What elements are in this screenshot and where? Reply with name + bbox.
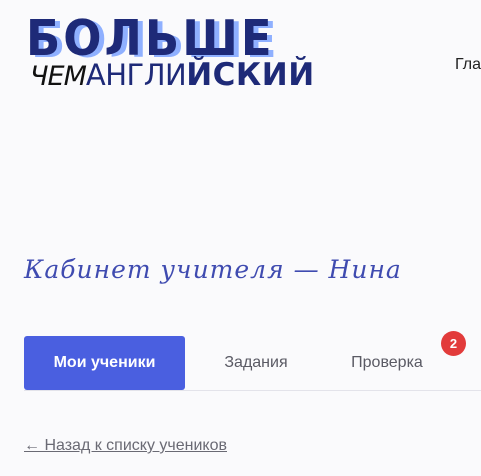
logo-line-1: БОЛЬШЕ [26,9,275,67]
logo-part-angli: АНГЛИ [85,58,187,92]
logo-part-chem: ЧЕМ [30,61,87,92]
tab-bar: Мои ученики Задания Проверка [24,336,481,391]
logo-part-isky: ЙСКИЙ [186,57,315,93]
logo-line-2: ЧЕМАНГЛИЙСКИЙ [30,60,315,91]
site-header: БОЛЬШЕ ЧЕМАНГЛИЙСКИЙ Гла [0,0,481,115]
nav-item-main[interactable]: Гла [455,56,481,74]
back-to-students-link[interactable]: ← Назад к списку учеников [24,437,227,455]
tab-tasks[interactable]: Задания [204,336,308,390]
page-title: Кабинет учителя — Нина [24,255,402,284]
tab-review[interactable]: Проверка [334,336,440,390]
tab-my-students[interactable]: Мои ученики [24,336,185,390]
review-count-badge: 2 [441,331,466,356]
site-logo[interactable]: БОЛЬШЕ ЧЕМАНГЛИЙСКИЙ [26,14,376,104]
